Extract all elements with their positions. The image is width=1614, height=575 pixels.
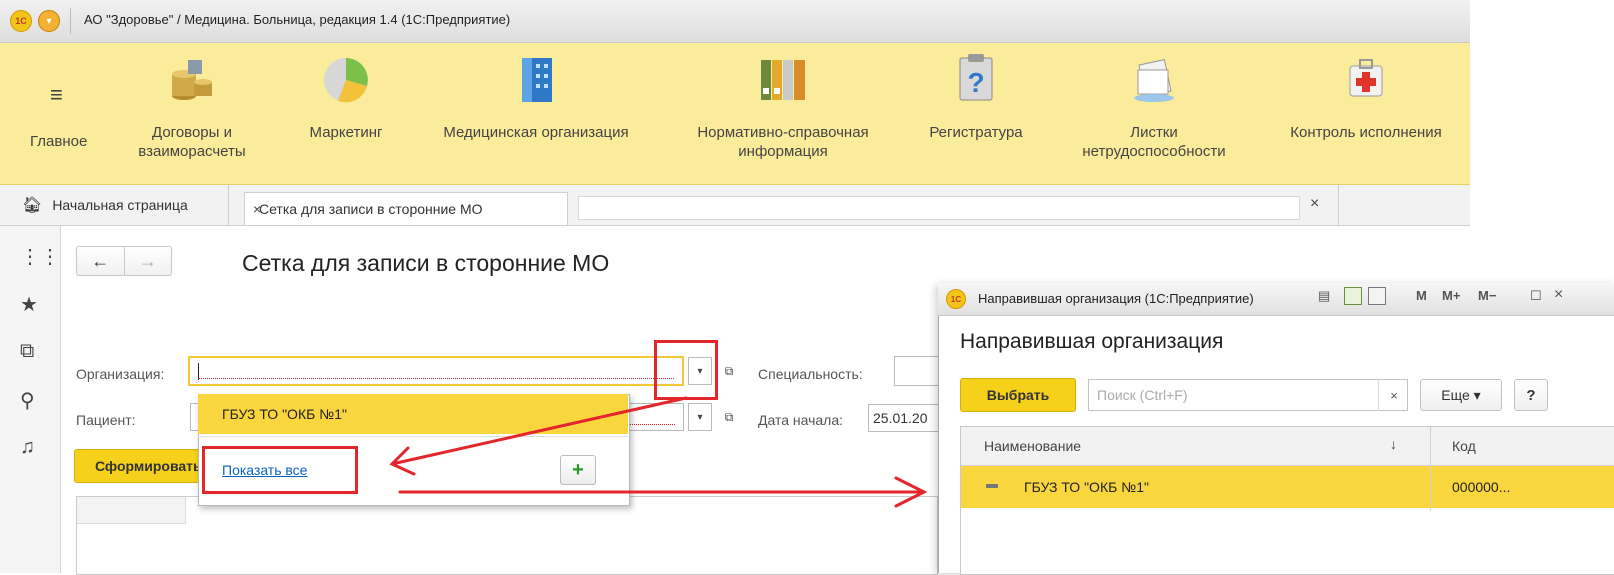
annotation-arrows: [389, 396, 928, 508]
annotation-arrow-to-show-all: [389, 396, 688, 476]
annotation-arrow-to-window: [398, 476, 928, 508]
